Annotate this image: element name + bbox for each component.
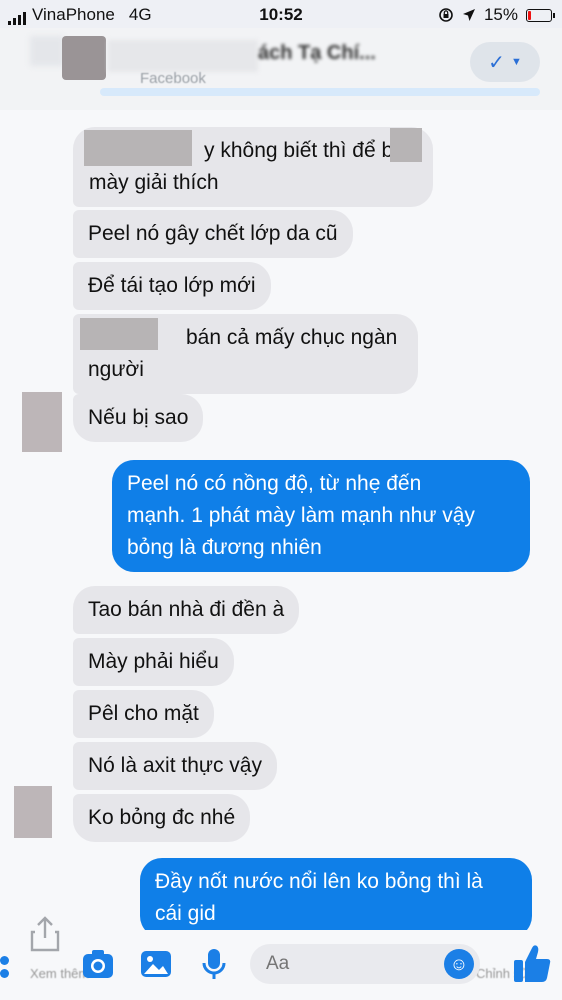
emoji-icon[interactable]: ☺ bbox=[444, 949, 474, 979]
message-line: Peel nó có nồng độ, từ nhẹ đến bbox=[127, 472, 422, 495]
message-bubble-received[interactable]: Nó là axit thực vậy bbox=[73, 742, 277, 790]
redacted-region bbox=[80, 318, 158, 350]
share-icon[interactable] bbox=[30, 916, 60, 952]
message-line: mạnh. 1 phát mày làm mạnh như vậy bbox=[127, 504, 475, 527]
message-bubble-received[interactable]: Để tái tạo lớp mới bbox=[73, 262, 271, 310]
redacted-region bbox=[108, 40, 258, 72]
battery-percent: 15% bbox=[483, 5, 518, 24]
message-bubble-received[interactable]: Tao bán nhà đi đền à bbox=[73, 586, 300, 634]
chevron-down-icon: ▼ bbox=[510, 56, 522, 68]
conversation-title[interactable]: ách Tạ Chí... bbox=[258, 42, 376, 65]
message-composer: Xem thêm Chỉnh sửa ☺ bbox=[0, 916, 562, 1000]
battery-fill bbox=[528, 10, 531, 20]
redacted-region bbox=[84, 130, 192, 166]
thumbs-up-icon[interactable] bbox=[512, 942, 552, 984]
redacted-region bbox=[30, 36, 64, 66]
microphone-icon[interactable] bbox=[198, 948, 230, 980]
header-highlight bbox=[100, 88, 540, 96]
location-arrow-icon bbox=[462, 9, 475, 21]
message-bubble-sent[interactable]: Đầy nốt nước nổi lên ko bỏng thì là cái … bbox=[140, 858, 532, 938]
message-bubble-received[interactable]: Nếu bị sao bbox=[73, 394, 204, 442]
message-bubble-received[interactable]: Ko bỏng đc nhé bbox=[73, 794, 251, 842]
more-label: Xem thêm bbox=[30, 966, 90, 981]
message-line: bỏng là đương nhiên bbox=[127, 536, 322, 559]
checkmark-icon: ✓ bbox=[488, 51, 505, 74]
message-line: Pêl cho mặt bbox=[88, 702, 199, 725]
message-bubble-received[interactable]: Mày phải hiểu bbox=[73, 638, 234, 686]
avatar[interactable] bbox=[14, 786, 52, 838]
message-line: người bbox=[88, 358, 144, 381]
message-line: Mày phải hiểu bbox=[88, 650, 219, 673]
image-icon[interactable] bbox=[140, 948, 172, 980]
orientation-lock-icon bbox=[439, 8, 453, 22]
message-line: Nó là axit thực vậy bbox=[88, 754, 262, 777]
redacted-region bbox=[390, 128, 422, 162]
header-action-button[interactable]: ✓ ▼ bbox=[470, 42, 540, 82]
message-line: Peel nó gây chết lớp da cũ bbox=[88, 222, 338, 245]
message-line: Tao bán nhà đi đền à bbox=[88, 598, 285, 621]
camera-icon[interactable] bbox=[82, 948, 114, 980]
message-line: cái gid bbox=[155, 902, 216, 925]
message-line: Nếu bị sao bbox=[88, 406, 189, 429]
avatar[interactable] bbox=[62, 36, 106, 80]
battery-icon bbox=[526, 8, 555, 22]
avatar[interactable] bbox=[22, 392, 62, 452]
message-line: mày giải thích bbox=[89, 171, 219, 194]
status-bar: VinaPhone 4G 10:52 15% bbox=[0, 0, 562, 28]
message-line: Ko bỏng đc nhé bbox=[88, 806, 236, 829]
message-bubble-sent[interactable]: Peel nó có nồng độ, từ nhẹ đến mạnh. 1 p… bbox=[112, 460, 530, 572]
more-dots-icon[interactable] bbox=[0, 956, 14, 982]
conversation-subtitle: Facebook bbox=[140, 70, 206, 87]
message-line: Để tái tạo lớp mới bbox=[88, 274, 256, 297]
message-bubble-received[interactable]: Peel nó gây chết lớp da cũ bbox=[73, 210, 353, 258]
message-bubble-received[interactable]: Pêl cho mặt bbox=[73, 690, 214, 738]
conversation-header: ách Tạ Chí... Facebook ✓ ▼ bbox=[0, 28, 562, 110]
message-line: Đầy nốt nước nổi lên ko bỏng thì là bbox=[155, 870, 483, 893]
